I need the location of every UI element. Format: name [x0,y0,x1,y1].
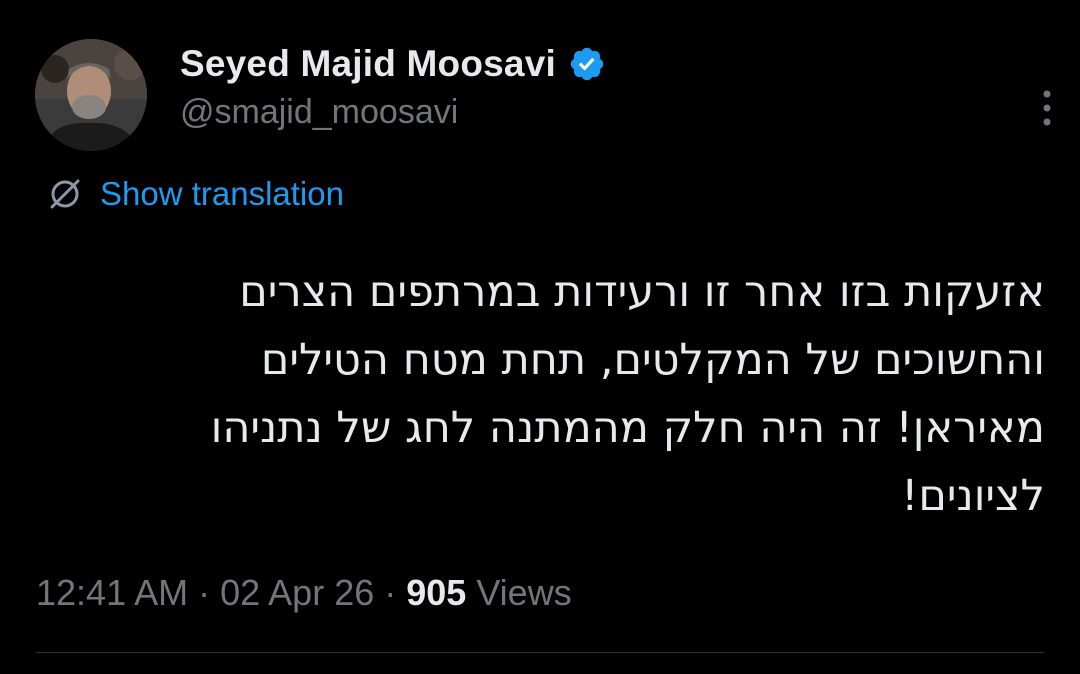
tweet-date[interactable]: 02 Apr 26 [220,572,374,613]
tweet-line: מאיראן! זה היה חלק מהמתנה לחג של נתניהו [210,403,1045,453]
meta-separator: · [374,572,407,613]
verified-badge-icon[interactable] [568,45,606,83]
translation-row[interactable]: Show translation [46,172,344,216]
tweet-time[interactable]: 12:41 AM [36,572,188,613]
tweet-text: אזעקות בזו אחר זו ורעידות במרתפים הצרים … [40,258,1045,530]
tweet-line: לציונים! [901,471,1045,521]
avatar[interactable] [35,39,147,151]
views-label: Views [466,572,572,613]
tweet-meta: 12:41 AM · 02 Apr 26 · 905 Views [36,568,572,618]
views-count[interactable]: 905 [406,572,466,613]
profile-photo [35,39,147,151]
meta-separator: · [188,572,221,613]
show-translation-link[interactable]: Show translation [100,175,344,213]
divider [36,652,1044,653]
more-options-icon[interactable] [1032,85,1062,131]
author-name-row: Seyed Majid Moosavi [180,40,606,88]
globe-icon [46,175,84,213]
author-handle[interactable]: @smajid_moosavi [180,93,458,132]
tweet-line: אזעקות בזו אחר זו ורעידות במרתפים הצרים [239,267,1045,317]
tweet-line: והחשוכים של המקלטים, תחת מטח הטילים [260,335,1045,385]
author-display-name[interactable]: Seyed Majid Moosavi [180,43,556,85]
